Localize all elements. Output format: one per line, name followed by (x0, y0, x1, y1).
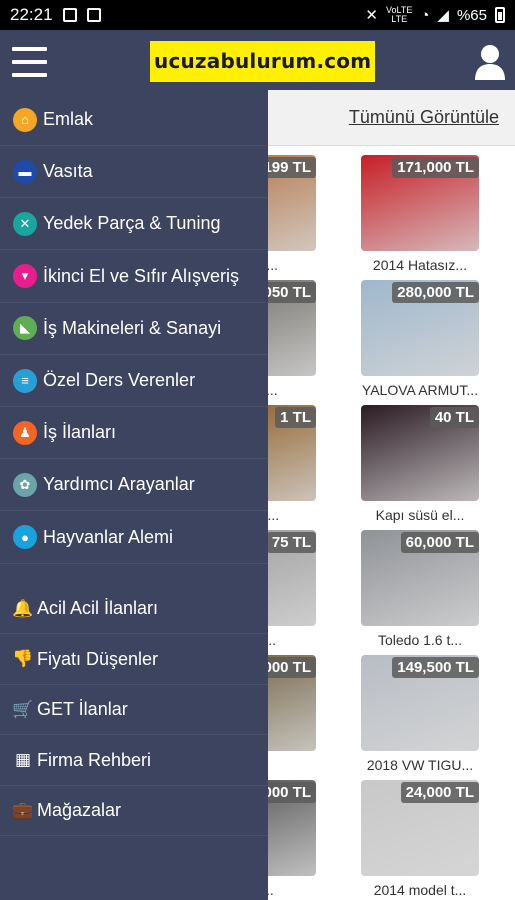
bell-icon: 🔔 (12, 598, 34, 618)
cart-icon: ▾ (13, 264, 37, 289)
listing-price: 171,000 TL (392, 157, 479, 178)
menu-item-label: Emlak (43, 109, 94, 129)
listing-title: 2014 model t... (373, 882, 467, 898)
menu-item-label: Yardımcı Arayanlar (43, 474, 195, 495)
menu-item-category[interactable]: ✕ Yedek Parça & Tuning (0, 198, 268, 251)
menu-item-label: Yedek Parça & Tuning (43, 213, 221, 234)
paw-icon: ● (13, 525, 37, 550)
listing-card[interactable]: 280,000 TL YALOVA ARMUT... (361, 280, 479, 400)
menu-item-secondary[interactable]: ▦ Firma Rehberi (0, 736, 268, 786)
menu-item-category[interactable]: ◣ İş Makineleri & Sanayi (0, 303, 268, 355)
menu-item-label: GET İlanlar (37, 699, 128, 719)
menu-item-category[interactable]: ▾ İkinci El ve Sıfır Alışveriş (0, 251, 268, 303)
navigation-drawer: ⌂ Emlak ▬ Vasıta ✕ Yedek Parça & Tuning ▾ İkinc… (0, 94, 268, 900)
building-icon: ▦ (14, 750, 32, 769)
listing-price: 40 TL (429, 407, 479, 428)
image-notification-icon (62, 8, 77, 22)
menu-item-label: Hayvanlar Alemi (43, 526, 174, 547)
listing-panel: Tümünü Görüntüle 199 TL KALİ... 171,000 TL… (268, 90, 515, 900)
menu-item-category[interactable]: ≡ Özel Ders Verenler (0, 355, 268, 407)
menu-item-secondary[interactable]: 👎 Fiyatı Düşenler (0, 635, 268, 685)
listing-title: vi o... (268, 882, 274, 898)
menu-item-secondary[interactable]: 🔔 Acil Acil İlanları (0, 584, 268, 634)
listing-title: ... (268, 757, 316, 773)
listing-price: 0,000 TL (268, 782, 316, 803)
status-time: 22:21 (10, 5, 53, 24)
listing-title: Kapı süsü el... (375, 507, 465, 523)
menu-item-label: İş İlanları (43, 422, 117, 443)
menu-item-label: Firma Rehberi (37, 749, 152, 770)
network-icon: VoLTE LTE (386, 5, 413, 24)
listing-title: Gala... (268, 382, 278, 398)
listing-title: 2018 VW TIGU... (366, 757, 474, 773)
status-right: ✕ VoLTE LTE ◔ ◢ %65 (365, 6, 505, 24)
menu-item-label: Fiyatı Düşenler (37, 648, 159, 669)
listing-price: 60,000 TL (400, 532, 479, 553)
helper-icon: ✿ (13, 472, 37, 497)
listing-card[interactable]: 171,000 TL 2014 Hatasız... (361, 155, 479, 275)
menu-item-label: Acil Acil İlanları (37, 598, 159, 618)
listing-card[interactable]: 0,000 TL vi o... (268, 780, 316, 900)
listing-title: Toledo 1.6 t... (377, 632, 463, 648)
battery-icon (495, 7, 505, 23)
listing-price: 0,000 TL (268, 657, 316, 678)
car-icon: ▬ (13, 159, 37, 184)
listing-card[interactable]: 1 TL VE C... (268, 405, 316, 525)
mute-icon: ✕ (365, 7, 378, 24)
listing-price: 199 TL (268, 157, 316, 178)
menu-item-label: Özel Ders Verenler (43, 370, 196, 390)
menu-item-category[interactable]: ♟ İş İlanları (0, 407, 268, 460)
listing-card[interactable]: 199 TL KALİ... (268, 155, 316, 275)
menu-item-secondary[interactable]: 💼 Mağazalar (0, 786, 268, 836)
menu-item-label: İş Makineleri & Sanayi (43, 317, 222, 338)
home-icon: ⌂ (13, 107, 37, 132)
menu-item-label: İkinci El ve Sıfır Alışveriş (43, 265, 240, 286)
menu-item-category[interactable]: ▬ Vasıta (0, 146, 268, 199)
menu-item-label: Mağazalar (37, 800, 122, 820)
menu-item-category[interactable]: ● Hayvanlar Alemi (0, 512, 268, 564)
listing-title: stan... (268, 632, 277, 648)
user-profile-icon[interactable] (474, 44, 506, 80)
menu-item-secondary[interactable]: 🛒 GET İlanlar (0, 685, 268, 735)
shopping-cart-icon: 🛒 (12, 699, 34, 719)
listing-price: 75 TL (268, 532, 316, 553)
battery-text: %65 (456, 6, 487, 24)
listing-price: 24,000 TL (400, 782, 479, 803)
menu-item-category[interactable]: ⌂ Emlak (0, 94, 268, 146)
listing-card[interactable]: 60,000 TL Toledo 1.6 t... (361, 530, 479, 650)
listing-card[interactable]: 149,500 TL 2018 VW TIGU... (361, 655, 479, 775)
checkbox-notification-icon (86, 8, 101, 22)
hamburger-menu-icon[interactable] (12, 47, 47, 77)
listing-price: 149,500 TL (392, 657, 479, 678)
menu-item-category[interactable]: ✿ Yardımcı Arayanlar (0, 459, 268, 512)
excavator-icon: ◣ (13, 316, 37, 341)
listing-title: KALİ... (268, 257, 279, 273)
listing-title: YALOVA ARMUT... (361, 382, 479, 398)
listing-price: ,050 TL (268, 282, 316, 303)
app-header: ucuzabulurum.com (0, 30, 515, 94)
listing-title: VE C... (268, 507, 280, 523)
listing-card[interactable]: ,050 TL Gala... (268, 280, 316, 400)
listing-card[interactable]: 40 TL Kapı süsü el... (361, 405, 479, 525)
listing-card[interactable]: 0,000 TL... (268, 655, 316, 775)
listing-price: 1 TL (275, 407, 316, 428)
wifi-icon: ◔ (420, 6, 430, 24)
thumbs-down-icon: 👎 (12, 649, 34, 668)
listing-card[interactable]: 24,000 TL 2014 model t... (361, 780, 479, 900)
view-all-link[interactable]: Tümünü Görüntüle (349, 107, 499, 128)
listing-title: 2014 Hatasız... (372, 257, 468, 273)
listing-card[interactable]: 75 TL stan... (268, 530, 316, 650)
book-icon: ≡ (13, 368, 37, 393)
briefcase-icon: 💼 (12, 800, 34, 820)
menu-item-label: Vasıta (43, 161, 93, 182)
wrench-icon: ✕ (13, 211, 37, 236)
listing-header: Tümünü Görüntüle (268, 90, 515, 146)
signal-icon: ◢ (437, 7, 449, 24)
listing-price: 280,000 TL (392, 282, 479, 303)
site-logo[interactable]: ucuzabulurum.com (150, 41, 376, 82)
worker-icon: ♟ (13, 420, 37, 445)
status-bar: 22:21 ✕ VoLTE LTE ◔ ◢ %65 (0, 0, 515, 30)
